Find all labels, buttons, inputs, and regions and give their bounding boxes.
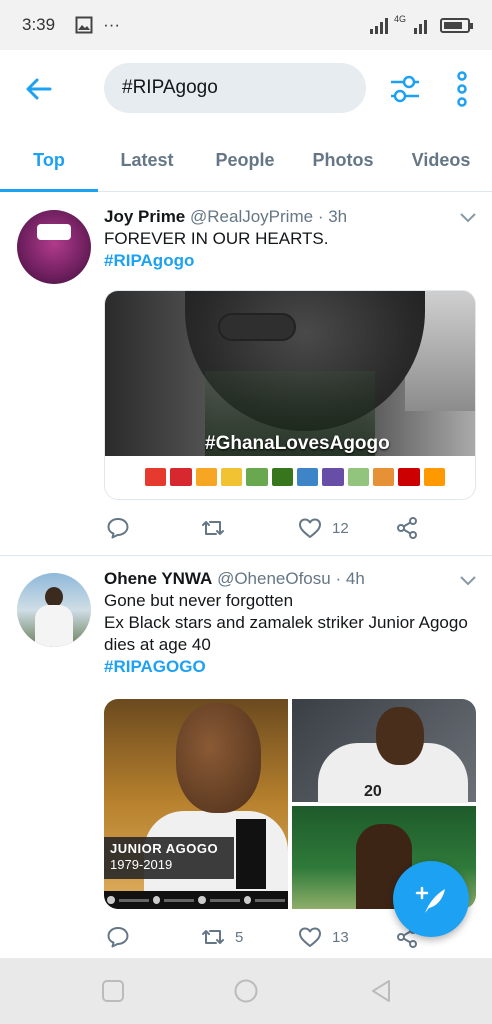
compose-quill-icon [415, 886, 445, 913]
caption-years: 1979-2019 [110, 857, 173, 872]
nav-back-icon[interactable] [368, 978, 394, 1004]
separator: · [335, 569, 342, 588]
like-count: 12 [332, 519, 349, 537]
tab-label: Videos [411, 150, 471, 170]
tweet-actions: 12 [104, 513, 476, 543]
jersey-number: 20 [364, 783, 382, 800]
retweet-button[interactable] [201, 513, 235, 543]
tab-label: Photos [312, 150, 374, 170]
user-name[interactable]: Ohene YNWA [104, 569, 212, 588]
photo-head [176, 703, 261, 813]
share-icon [397, 517, 417, 539]
name-caption: JUNIOR AGOGO 1979-2019 [104, 837, 234, 879]
avatar[interactable] [17, 573, 91, 647]
avatar-body [35, 605, 73, 647]
user-handle[interactable]: @RealJoyPrime [190, 207, 313, 226]
compose-tweet-button[interactable] [393, 861, 469, 937]
image-overlay-text: #GhanaLovesAgogo [205, 433, 390, 454]
tab-label: Top [33, 150, 65, 170]
system-nav-bar [0, 958, 492, 1024]
photo-shirt-stripe [236, 819, 266, 889]
sponsor-logos [145, 468, 445, 486]
retweet-icon [202, 930, 224, 944]
avatar-logo [37, 224, 71, 240]
home-icon[interactable] [233, 978, 259, 1004]
like-button[interactable]: 13 [298, 922, 349, 952]
caption-name: JUNIOR AGOGO [110, 841, 219, 856]
separator: · [317, 207, 324, 226]
reply-icon [107, 518, 129, 539]
tab-photos[interactable]: Photos [294, 130, 392, 191]
tab-top[interactable]: Top [0, 130, 98, 192]
chevron-down-icon[interactable] [460, 576, 476, 586]
search-tabs: Top Latest People Photos Videos [0, 130, 492, 192]
clock: 3:39 [22, 15, 56, 34]
retweet-icon [202, 521, 224, 535]
like-button[interactable]: 12 [298, 513, 349, 543]
battery-icon [440, 17, 473, 33]
avatar[interactable] [17, 210, 91, 284]
back-arrow-icon[interactable] [22, 72, 56, 106]
more-options-icon[interactable] [452, 70, 472, 108]
tweet-body: Joy Prime @RealJoyPrime · 3h FOREVER IN … [104, 206, 476, 272]
reply-button[interactable] [106, 922, 130, 952]
tweet-text: Gone but never forgotten [104, 591, 294, 610]
tweet-text: Ex Black stars and zamalek striker Junio… [104, 613, 468, 632]
tweet-body: Ohene YNWA @OheneOfosu · 4h Gone but nev… [104, 568, 476, 678]
retweet-button[interactable]: 5 [201, 922, 243, 952]
recent-apps-icon[interactable] [100, 978, 126, 1004]
tweet-image[interactable]: 20 [292, 699, 476, 803]
search-input[interactable]: #RIPAgogo [104, 63, 366, 113]
user-name[interactable]: Joy Prime [104, 207, 185, 226]
chevron-down-icon[interactable] [460, 213, 476, 223]
heart-icon [299, 927, 321, 947]
tweet-text: dies at age 40 [104, 635, 211, 654]
tab-label: People [215, 150, 275, 170]
reply-icon [107, 927, 129, 948]
signal-icon [414, 20, 427, 34]
tweet-header: Joy Prime @RealJoyPrime · 3h [104, 206, 476, 228]
hashtag-link[interactable]: #RIPAGOGO [104, 656, 476, 678]
search-query: #RIPAgogo [122, 77, 218, 98]
tweet[interactable]: Joy Prime @RealJoyPrime · 3h FOREVER IN … [0, 193, 492, 556]
retweet-count: 5 [235, 928, 244, 946]
search-header: #RIPAgogo [0, 50, 492, 130]
filter-icon[interactable] [388, 72, 422, 106]
network-label: 4G [393, 14, 406, 24]
signal-icon [369, 18, 388, 34]
tab-latest[interactable]: Latest [98, 130, 196, 191]
photo-lips [218, 313, 296, 341]
tweet-text: FOREVER IN OUR HEARTS. [104, 229, 329, 248]
timestamp: 3h [328, 207, 348, 226]
heart-icon [299, 518, 321, 538]
tab-people[interactable]: People [196, 130, 294, 191]
tweet-header: Ohene YNWA @OheneOfosu · 4h [104, 568, 476, 590]
reply-button[interactable] [106, 513, 130, 543]
tweet-image[interactable]: JUNIOR AGOGO 1979-2019 [104, 699, 288, 909]
avatar-head [45, 587, 63, 607]
gallery-icon [75, 16, 93, 34]
timestamp: 4h [345, 569, 365, 588]
share-button[interactable] [395, 513, 419, 543]
tab-videos[interactable]: Videos [392, 130, 490, 191]
user-handle[interactable]: @OheneOfosu [217, 569, 331, 588]
status-bar: 3:39 ··· 4G [0, 0, 492, 50]
tweet-image[interactable]: #GhanaLovesAgogo [104, 290, 476, 500]
battery-level [444, 21, 463, 29]
photo-head [376, 707, 424, 765]
social-footer [104, 891, 288, 909]
like-count: 13 [332, 928, 349, 946]
more-notifications: ··· [103, 15, 121, 34]
hashtag-link[interactable]: #RIPAgogo [104, 250, 476, 272]
tab-label: Latest [120, 150, 174, 170]
